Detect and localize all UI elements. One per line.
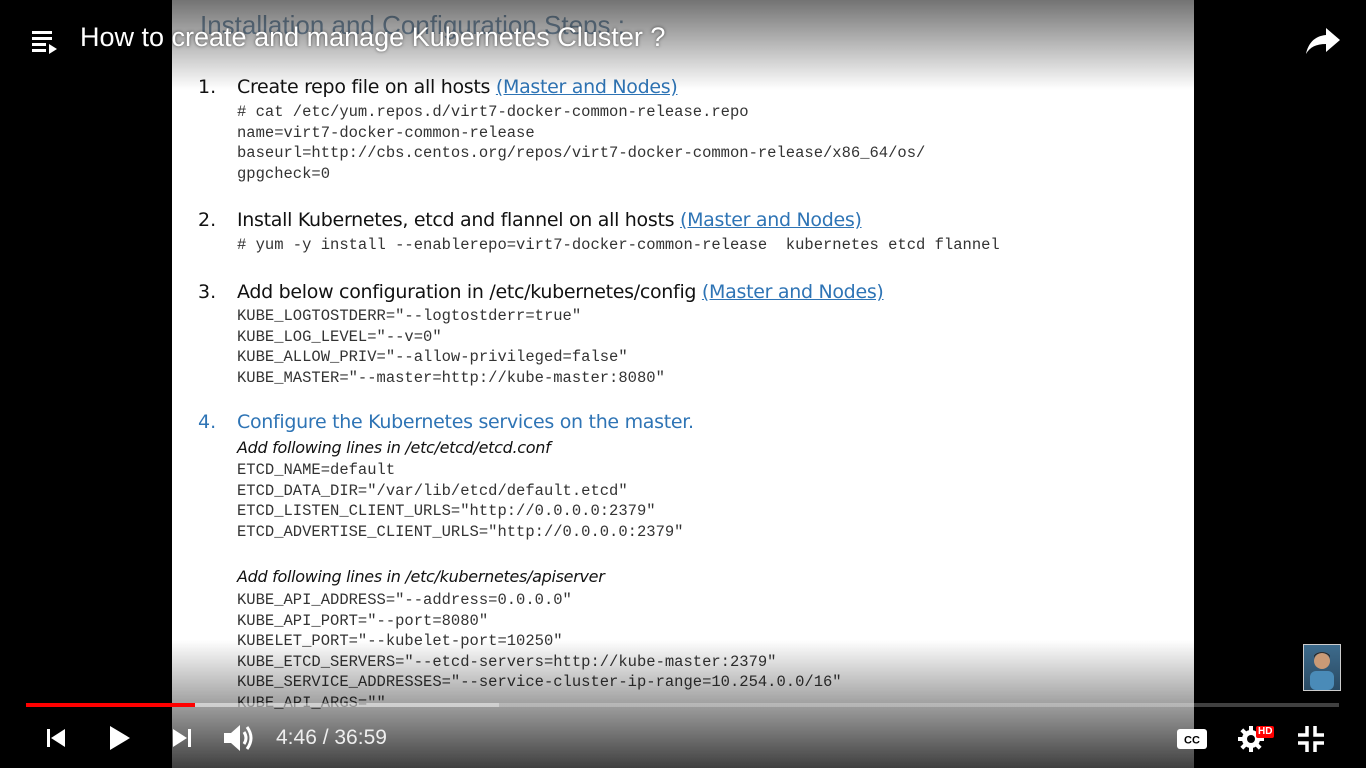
step-scope-link: (Master and Nodes) bbox=[495, 76, 678, 98]
code-line: ETCD_DATA_DIR="/var/lib/etcd/default.etc… bbox=[237, 481, 628, 500]
step-heading: Create repo file on all hosts (Master an… bbox=[237, 76, 678, 98]
skip-previous-icon[interactable] bbox=[44, 726, 68, 750]
step-number: 4. bbox=[198, 411, 217, 433]
video-player[interactable]: Installation and Configuration Steps : 1… bbox=[0, 0, 1366, 768]
skip-next-icon[interactable] bbox=[170, 726, 194, 750]
code-line: KUBELET_PORT="--kubelet-port=10250" bbox=[237, 632, 563, 650]
step-heading-text: Create repo file on all hosts bbox=[237, 76, 496, 98]
code-line: ETCD_LISTEN_CLIENT_URLS="http://0.0.0.0:… bbox=[237, 502, 656, 520]
code-line: KUBE_LOG_LEVEL="--v=0" bbox=[237, 327, 442, 346]
svg-text:CC: CC bbox=[1184, 735, 1200, 747]
code-line: gpgcheck=0 bbox=[237, 164, 331, 183]
step-subheading: Add following lines in /etc/etcd/etcd.co… bbox=[237, 438, 551, 457]
code-line: name=virt7-docker-common-release bbox=[237, 123, 535, 142]
code-line: KUBE_API_ADDRESS="--address=0.0.0.0" bbox=[237, 591, 572, 609]
step-heading: Add below configuration in /etc/kubernet… bbox=[237, 281, 884, 303]
code-line: KUBE_ETCD_SERVERS="--etcd-servers=http:/… bbox=[237, 652, 777, 671]
progress-played bbox=[26, 703, 196, 707]
code-block-apiserver: KUBE_API_ADDRESS="--address=0.0.0.0" KUBE… bbox=[237, 590, 842, 713]
code-line: KUBE_LOGTOSTDERR="--logtostderr=true" bbox=[237, 307, 582, 325]
step-number: 1. bbox=[198, 76, 217, 98]
step-heading: Configure the Kubernetes services on the… bbox=[237, 411, 694, 433]
video-frame-slide: Installation and Configuration Steps : 1… bbox=[172, 0, 1194, 768]
code-line: ETCD_NAME=default bbox=[237, 461, 396, 479]
step-number: 2. bbox=[198, 209, 217, 231]
share-icon[interactable] bbox=[1304, 24, 1342, 58]
code-line: KUBE_ALLOW_PRIV="--allow-privileged=fals… bbox=[237, 348, 628, 366]
step-scope-link: (Master and Nodes) bbox=[701, 281, 884, 303]
playlist-icon[interactable] bbox=[30, 26, 62, 56]
code-line: KUBE_MASTER="--master=http://kube-master… bbox=[237, 368, 665, 387]
step-subheading: Add following lines in /etc/kubernetes/a… bbox=[237, 567, 605, 586]
code-line: ETCD_ADVERTISE_CLIENT_URLS="http://0.0.0… bbox=[237, 522, 684, 541]
exit-fullscreen-icon[interactable] bbox=[1296, 724, 1326, 754]
code-line: KUBE_API_PORT="--port=8080" bbox=[237, 611, 489, 630]
play-icon[interactable] bbox=[106, 724, 132, 752]
step-heading-text: Add below configuration in /etc/kubernet… bbox=[237, 281, 702, 303]
step-heading: Install Kubernetes, etcd and flannel on … bbox=[237, 209, 862, 231]
code-block-etcd: ETCD_NAME=default ETCD_DATA_DIR="/var/lib… bbox=[237, 460, 683, 542]
code-line: KUBE_SERVICE_ADDRESSES="--service-cluste… bbox=[237, 673, 842, 691]
time-display: 4:46 / 36:59 bbox=[276, 726, 387, 749]
code-block-step-3: KUBE_LOGTOSTDERR="--logtostderr=true" KUB… bbox=[237, 306, 665, 388]
channel-avatar[interactable] bbox=[1303, 644, 1341, 691]
code-block-step-2: # yum -y install --enablerepo=virt7-dock… bbox=[237, 235, 1000, 256]
hd-badge: HD bbox=[1256, 726, 1275, 738]
volume-icon[interactable] bbox=[222, 722, 258, 754]
step-heading-text: Install Kubernetes, etcd and flannel on … bbox=[237, 209, 680, 231]
step-scope-link: (Master and Nodes) bbox=[679, 209, 862, 231]
code-block-step-1: # cat /etc/yum.repos.d/virt7-docker-comm… bbox=[237, 102, 925, 184]
code-line: # yum -y install --enablerepo=virt7-dock… bbox=[237, 236, 1000, 254]
code-line: # cat /etc/yum.repos.d/virt7-docker-comm… bbox=[237, 103, 749, 121]
closed-captions-icon[interactable]: CC bbox=[1176, 728, 1208, 750]
code-line: baseurl=http://cbs.centos.org/repos/virt… bbox=[237, 144, 926, 162]
video-title[interactable]: How to create and manage Kubernetes Clus… bbox=[80, 22, 665, 53]
progress-bar[interactable] bbox=[26, 703, 1339, 707]
step-number: 3. bbox=[198, 281, 217, 303]
